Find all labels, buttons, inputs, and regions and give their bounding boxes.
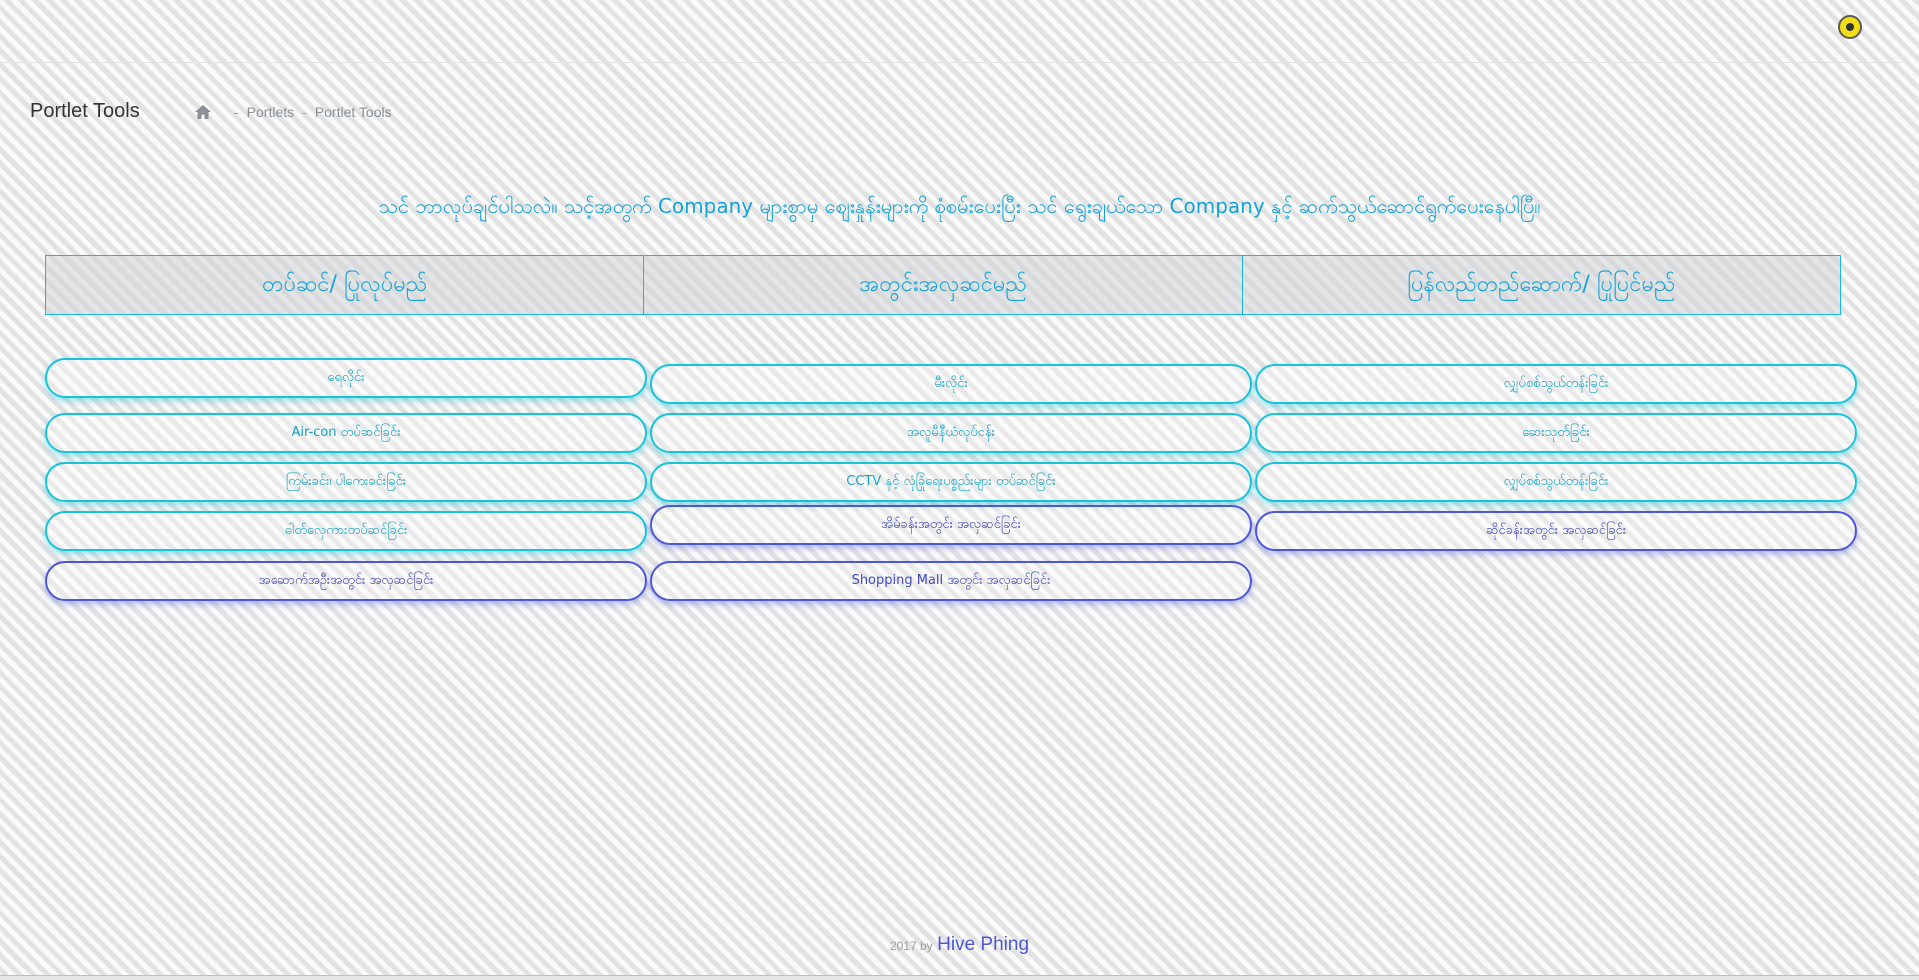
breadcrumb-separator: -: [302, 104, 307, 120]
service-button-elevator-install[interactable]: ဓါတ်လှေကားတပ်ဆင်ခြင်း: [45, 511, 647, 551]
service-button-aluminium-work[interactable]: အလူမီနီယံလုပ်ငန်း: [650, 413, 1252, 453]
tab-install[interactable]: တပ်ဆင်/ ပြုလုပ်မည်: [46, 256, 645, 314]
top-bar: [0, 0, 1902, 63]
tab-renovation[interactable]: ပြန်လည်တည်ဆောက်/ ပြုပြင်မည်: [1243, 256, 1840, 314]
service-button-cctv-security[interactable]: CCTV နှင့် လုံခြုံရေးပစ္စည်းများ တပ်ဆင်ခ…: [650, 462, 1252, 502]
service-category-tabs: တပ်ဆင်/ ပြုလုပ်မည် အတွင်းအလှဆင်မည် ပြန်လ…: [45, 255, 1841, 315]
footer: 2017 by Hive Phing: [0, 934, 1919, 956]
service-button-house-interior[interactable]: အိမ်ခန်းအတွင်း အလှဆင်ခြင်း: [650, 505, 1252, 545]
page-title: Portlet Tools: [30, 100, 140, 122]
user-avatar-icon[interactable]: [1838, 15, 1862, 39]
service-button-electrical-wiring-2[interactable]: လျှပ်စစ်သွယ်တန်းခြင်း: [1255, 462, 1857, 502]
service-button-mall-interior[interactable]: Shopping Mall အတွင်း အလှဆင်ခြင်း: [650, 561, 1252, 601]
footer-brand-link[interactable]: Hive Phing: [937, 934, 1029, 955]
breadcrumb-separator: -: [234, 104, 239, 120]
breadcrumb-item-portlets[interactable]: Portlets: [247, 104, 294, 120]
home-icon[interactable]: [194, 104, 212, 120]
service-button-water-pipe[interactable]: ရေလိုင်း: [45, 358, 647, 398]
service-button-flooring[interactable]: ကြမ်းခင်း၊ ပါကေးခင်းခြင်း: [45, 462, 647, 502]
bottom-strip: [0, 975, 1919, 980]
service-button-aircon-install[interactable]: Air-con တပ်ဆင်ခြင်း: [45, 413, 647, 453]
footer-copyright: 2017 by: [889, 939, 933, 953]
breadcrumb-item-portlet-tools[interactable]: Portlet Tools: [315, 104, 392, 120]
tab-interior-decoration[interactable]: အတွင်းအလှဆင်မည်: [644, 256, 1243, 314]
service-button-electric-line[interactable]: မီးလိုင်း: [650, 364, 1252, 404]
breadcrumb: - Portlets - Portlet Tools: [194, 104, 392, 120]
service-button-building-interior[interactable]: အဆောက်အဦးအတွင်း အလှဆင်ခြင်း: [45, 561, 647, 601]
service-button-electrical-wiring[interactable]: လျှပ်စစ်သွယ်တန်းခြင်း: [1255, 364, 1857, 404]
service-button-painting[interactable]: ဆေးသုတ်ခြင်း: [1255, 413, 1857, 453]
intro-text: သင် ဘာလုပ်ချင်ပါသလဲ။ သင့်အတွက် Company မ…: [378, 194, 1541, 218]
service-button-shop-interior[interactable]: ဆိုင်ခန်းအတွင်း အလှဆင်ခြင်း: [1255, 511, 1857, 551]
